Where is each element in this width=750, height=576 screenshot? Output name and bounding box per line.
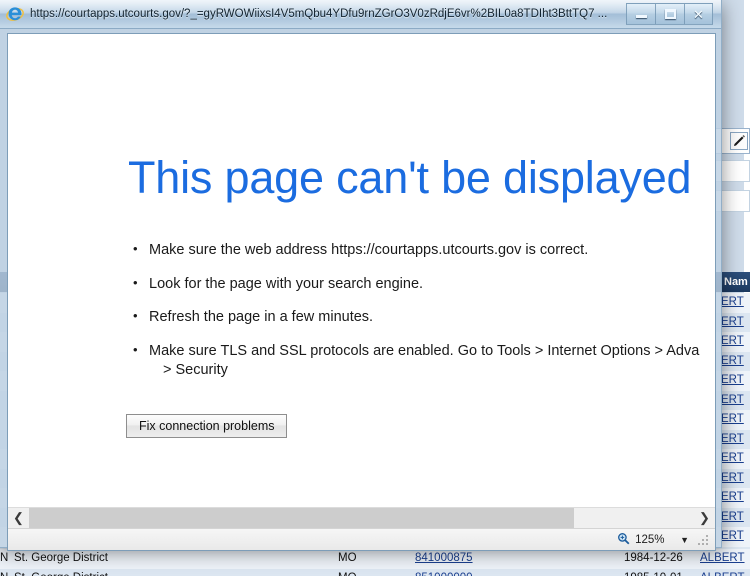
zoom-control[interactable]: 125% ▼: [613, 532, 693, 548]
background-name-link[interactable]: ERT: [721, 430, 744, 450]
error-suggestion-text: Refresh the page in a few minutes.: [149, 309, 374, 326]
scroll-left-arrow-icon[interactable]: ❮: [8, 508, 29, 528]
close-icon: ✕: [693, 6, 704, 22]
horizontal-scrollbar[interactable]: ❮ ❯: [8, 507, 715, 528]
internet-explorer-window[interactable]: https://courtapps.utcourts.gov/?_=gyRWOW…: [0, 0, 722, 551]
browser-status-bar: 125% ▼: [8, 528, 715, 550]
background-name-link[interactable]: ERT: [721, 488, 744, 508]
window-title-text: https://courtapps.utcourts.gov/?_=gyRWOW…: [30, 8, 608, 20]
edit-pencil-icon[interactable]: [730, 132, 748, 150]
minimize-icon: [635, 15, 647, 18]
internet-explorer-icon: [6, 5, 24, 23]
background-cell-link[interactable]: ALBERT: [700, 549, 745, 569]
browser-content-frame: This page can't be displayed Make sure t…: [7, 33, 716, 551]
error-suggestion-item: Make sure the web address https://courta…: [131, 240, 715, 261]
background-table-row[interactable]: N St. George District MO 851000000 1985-10-0…: [0, 568, 750, 576]
background-name-link[interactable]: ERT: [721, 332, 744, 352]
background-name-link[interactable]: ERT: [721, 410, 744, 430]
maximize-button[interactable]: [655, 3, 684, 25]
background-cell-text: MO: [338, 569, 357, 576]
background-name-link[interactable]: ERT: [721, 449, 744, 469]
minimize-button[interactable]: [626, 3, 655, 25]
background-cell-text: 1985-10-01: [624, 569, 683, 576]
background-name-link[interactable]: ERT: [721, 391, 744, 411]
background-name-link[interactable]: ERT: [721, 527, 744, 547]
background-cell-text: St. George District: [14, 552, 108, 564]
background-name-link[interactable]: ERT: [721, 469, 744, 489]
close-button[interactable]: ✕: [684, 3, 713, 25]
error-suggestion-item: Look for the page with your search engin…: [131, 274, 715, 295]
error-suggestion-continuation: > Security: [163, 362, 228, 379]
error-suggestion-text: Look for the page with your search engin…: [149, 275, 424, 292]
background-cell-text: St. George District: [14, 569, 108, 576]
background-name-link[interactable]: ERT: [721, 313, 744, 333]
error-page-heading: This page can't be displayed: [128, 152, 692, 203]
background-cell-text: MO: [338, 552, 357, 564]
error-suggestion-item: Refresh the page in a few minutes.: [131, 307, 715, 328]
background-table-row[interactable]: N St. George District MO 841000875 1984-12-2…: [0, 549, 750, 569]
background-cell-text: N: [0, 569, 8, 576]
resize-grip[interactable]: [697, 532, 711, 547]
magnifier-icon: [617, 532, 630, 548]
background-name-link[interactable]: ERT: [721, 371, 744, 391]
scrollbar-thumb[interactable]: [29, 508, 575, 528]
chevron-down-icon[interactable]: ▼: [680, 535, 689, 545]
background-name-link[interactable]: ERT: [721, 293, 744, 313]
maximize-icon: [664, 9, 676, 19]
background-table-header-cell-name: Nam: [724, 276, 748, 288]
window-controls[interactable]: ✕: [626, 3, 713, 25]
error-suggestion-item: Make sure TLS and SSL protocols are enab…: [131, 341, 715, 381]
scroll-right-arrow-icon[interactable]: ❯: [694, 508, 715, 528]
error-suggestion-text: Make sure TLS and SSL protocols are enab…: [149, 342, 700, 359]
error-page-canvas: This page can't be displayed Make sure t…: [8, 34, 715, 507]
desktop-background: Nam ERT ERT ERT ERT ERT ERT ERT ERT ERT ERT ERT ERT…: [0, 0, 750, 576]
background-name-link[interactable]: ERT: [721, 508, 744, 528]
background-cell-link[interactable]: ALBERT: [700, 569, 745, 576]
error-suggestion-text: Make sure the web address https://courta…: [149, 242, 589, 258]
background-cell-text: N: [0, 552, 9, 564]
background-cell-link[interactable]: 841000875: [415, 549, 473, 569]
background-name-link[interactable]: ERT: [721, 352, 744, 372]
zoom-level-label: 125%: [635, 533, 665, 546]
error-suggestion-list: Make sure the web address https://courta…: [131, 240, 715, 395]
window-title-bar[interactable]: https://courtapps.utcourts.gov/?_=gyRWOW…: [0, 0, 721, 29]
fix-connection-problems-button[interactable]: Fix connection problems: [126, 414, 288, 438]
background-cell-link[interactable]: 851000000: [415, 569, 473, 576]
background-cell-text: 1984-12-26: [624, 552, 683, 564]
scrollbar-track[interactable]: [29, 508, 694, 528]
